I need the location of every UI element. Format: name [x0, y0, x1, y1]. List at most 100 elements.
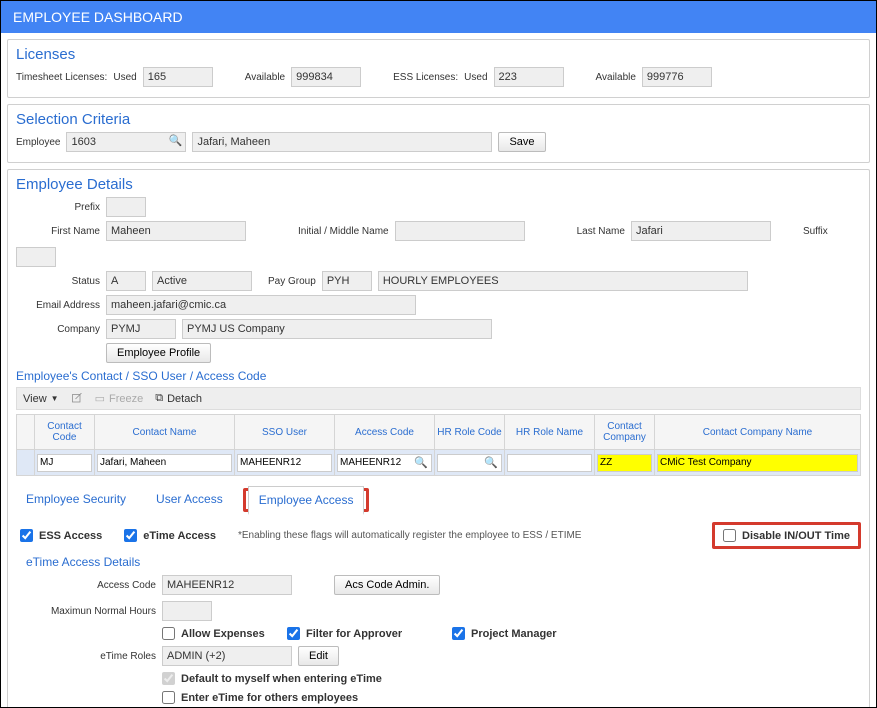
access-code-label: Access Code	[26, 580, 156, 591]
export-icon[interactable]	[71, 393, 83, 405]
access-code-value: MAHEENR12	[162, 575, 292, 595]
grid-toolbar: View ▼ ▭ Freeze ⧉ Detach	[16, 387, 861, 410]
middle-label: Initial / Middle Name	[298, 226, 389, 237]
enter-others-checkbox[interactable]	[162, 691, 175, 704]
used-label: Used	[113, 72, 136, 83]
highlight-box-tab: Employee Access	[243, 488, 370, 512]
col-hr-role-code[interactable]: HR Role Code	[435, 415, 505, 450]
company-text-value: PYMJ US Company	[182, 319, 492, 339]
edit-button[interactable]: Edit	[298, 646, 339, 666]
allow-expenses-label: Allow Expenses	[181, 628, 281, 640]
tab-employee-access[interactable]: Employee Access	[248, 486, 365, 515]
email-label: Email Address	[16, 300, 100, 311]
first-name-label: First Name	[16, 226, 100, 237]
row-selector-header	[17, 415, 35, 450]
cell-contact-name[interactable]	[97, 454, 232, 472]
status-text-value: Active	[152, 271, 252, 291]
default-self-checkbox[interactable]	[162, 672, 175, 685]
prefix-value	[106, 197, 146, 217]
filter-approver-checkbox[interactable]	[287, 627, 300, 640]
available-label: Available	[245, 72, 285, 83]
save-button[interactable]: Save	[498, 132, 545, 152]
ess-access-label: ESS Access	[39, 530, 102, 542]
contact-section-title: Employee's Contact / SSO User / Access C…	[16, 369, 861, 383]
etime-roles-label: eTime Roles	[26, 651, 156, 662]
status-code-value: A	[106, 271, 146, 291]
selection-title: Selection Criteria	[16, 111, 861, 128]
highlight-box-disable: Disable IN/OUT Time	[712, 522, 861, 549]
ess-available-value: 999776	[642, 67, 712, 87]
status-label: Status	[16, 276, 100, 287]
suffix-label: Suffix	[803, 226, 828, 237]
cell-hr-role-name[interactable]	[507, 454, 592, 472]
cell-contact-company-name[interactable]	[657, 454, 858, 472]
company-code-value: PYMJ	[106, 319, 176, 339]
ess-access-checkbox[interactable]	[20, 529, 33, 542]
filter-approver-label: Filter for Approver	[306, 628, 446, 640]
project-manager-label: Project Manager	[471, 628, 557, 640]
suffix-value	[16, 247, 56, 267]
project-manager-checkbox[interactable]	[452, 627, 465, 640]
max-hours-label: Maximun Normal Hours	[26, 606, 156, 617]
last-name-value: Jafari	[631, 221, 771, 241]
cell-contact-code[interactable]	[37, 454, 92, 472]
paygroup-label: Pay Group	[268, 276, 316, 287]
paygroup-text-value: HOURLY EMPLOYEES	[378, 271, 748, 291]
disable-inout-checkbox[interactable]	[723, 529, 736, 542]
employee-name-input[interactable]	[192, 132, 492, 152]
col-hr-role-name[interactable]: HR Role Name	[505, 415, 595, 450]
ts-available-value: 999834	[291, 67, 361, 87]
allow-expenses-checkbox[interactable]	[162, 627, 175, 640]
detach-button[interactable]: ⧉ Detach	[155, 392, 202, 405]
cell-access-code[interactable]	[337, 454, 432, 472]
email-value: maheen.jafari@cmic.ca	[106, 295, 416, 315]
tab-user-access[interactable]: User Access	[146, 486, 233, 512]
disable-inout-label: Disable IN/OUT Time	[742, 530, 850, 542]
acs-code-admin-button[interactable]: Acs Code Admin.	[334, 575, 440, 595]
freeze-icon: ▭	[95, 392, 105, 405]
view-menu[interactable]: View ▼	[23, 393, 59, 405]
company-label: Company	[16, 324, 100, 335]
col-access-code[interactable]: Access Code	[335, 415, 435, 450]
licenses-title: Licenses	[16, 46, 861, 63]
col-contact-company[interactable]: Contact Company	[595, 415, 655, 450]
enable-note: *Enabling these flags will automatically…	[238, 530, 582, 541]
first-name-value: Maheen	[106, 221, 246, 241]
etime-details-title: eTime Access Details	[26, 555, 861, 569]
chevron-down-icon: ▼	[51, 394, 59, 403]
detach-icon: ⧉	[155, 392, 163, 405]
default-self-label: Default to myself when entering eTime	[181, 673, 382, 685]
cell-hr-role-code[interactable]	[437, 454, 502, 472]
freeze-button[interactable]: ▭ Freeze	[95, 392, 144, 405]
last-name-label: Last Name	[577, 226, 625, 237]
paygroup-code-value: PYH	[322, 271, 372, 291]
ts-used-value: 165	[143, 67, 213, 87]
col-contact-name[interactable]: Contact Name	[95, 415, 235, 450]
employee-code-input[interactable]	[66, 132, 186, 152]
page-title: EMPLOYEE DASHBOARD	[13, 9, 183, 25]
max-hours-input[interactable]	[162, 601, 212, 621]
details-panel: Employee Details Prefix First Name Mahee…	[7, 169, 870, 708]
ess-used-value: 223	[494, 67, 564, 87]
etime-access-checkbox[interactable]	[124, 529, 137, 542]
used-label-2: Used	[464, 72, 487, 83]
details-title: Employee Details	[16, 176, 861, 193]
contact-grid: Contact Code Contact Name SSO User Acces…	[16, 414, 861, 476]
timesheet-licenses-label: Timesheet Licenses:	[16, 72, 107, 83]
access-tabs: Employee Security User Access Employee A…	[16, 486, 861, 512]
prefix-label: Prefix	[16, 202, 100, 213]
etime-roles-value: ADMIN (+2)	[162, 646, 292, 666]
col-contact-code[interactable]: Contact Code	[35, 415, 95, 450]
table-row[interactable]: 🔍 🔍	[17, 450, 861, 476]
col-contact-company-name[interactable]: Contact Company Name	[655, 415, 861, 450]
col-sso-user[interactable]: SSO User	[235, 415, 335, 450]
enter-others-label: Enter eTime for others employees	[181, 692, 358, 704]
cell-sso-user[interactable]	[237, 454, 332, 472]
tab-employee-security[interactable]: Employee Security	[16, 486, 136, 512]
ess-licenses-label: ESS Licenses:	[393, 72, 458, 83]
licenses-panel: Licenses Timesheet Licenses: Used 165 Av…	[7, 39, 870, 98]
available-label-2: Available	[596, 72, 636, 83]
cell-contact-company[interactable]	[597, 454, 652, 472]
employee-label: Employee	[16, 137, 60, 148]
employee-profile-button[interactable]: Employee Profile	[106, 343, 211, 363]
